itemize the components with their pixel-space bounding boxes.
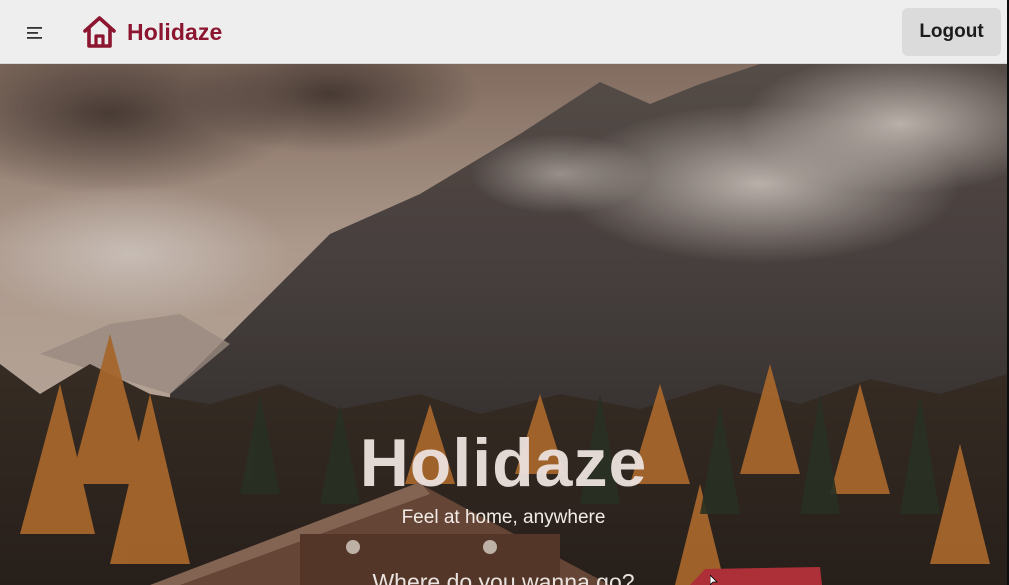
hero-banner: Holidaze Feel at home, anywhere Where do… <box>0 64 1007 585</box>
logout-button[interactable]: Logout <box>902 8 1001 56</box>
top-navbar: Holidaze Logout <box>0 0 1007 64</box>
menu-button[interactable] <box>20 18 50 48</box>
search-prompt-heading: Where do you wanna go? <box>372 569 635 585</box>
page: Holidaze Logout Holidaze Feel at home, a… <box>0 0 1007 585</box>
house-icon <box>83 15 116 48</box>
brand-logo-link[interactable]: Holidaze <box>82 14 222 50</box>
brand-name: Holidaze <box>127 18 223 45</box>
mouse-cursor-icon <box>710 575 718 585</box>
hero-subtitle: Feel at home, anywhere <box>401 507 606 528</box>
menu-icon <box>27 27 42 39</box>
hero-title: Holidaze <box>359 425 648 501</box>
